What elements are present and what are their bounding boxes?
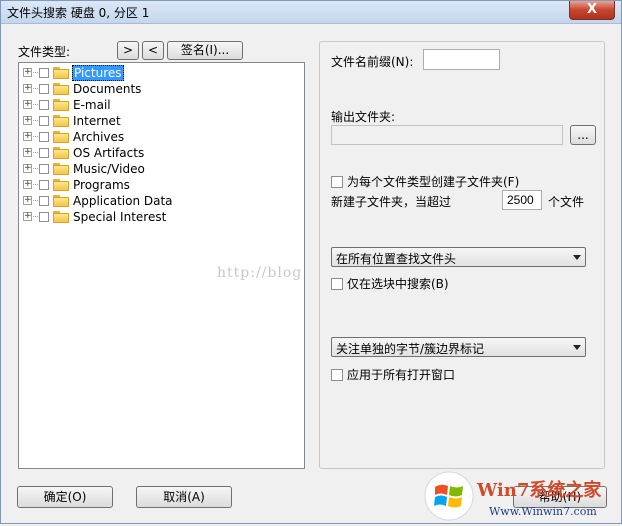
folder-icon xyxy=(53,130,69,143)
tree-item-label: Pictures xyxy=(72,64,124,81)
signature-button[interactable]: 签名(I)... xyxy=(167,41,243,60)
tree-item-label: Programs xyxy=(73,177,130,192)
close-icon: X xyxy=(586,2,598,17)
tree-item[interactable]: + Documents xyxy=(23,81,142,96)
ok-button[interactable]: 确定(O) xyxy=(17,486,113,508)
expand-icon[interactable]: + xyxy=(23,196,32,205)
prev-button[interactable]: < xyxy=(142,41,164,60)
folder-icon xyxy=(53,114,69,127)
subfolder-checkbox[interactable]: 为每个文件类型创建子文件夹(F) xyxy=(331,173,519,190)
tree-item[interactable]: + Music/Video xyxy=(23,161,146,176)
windows-logo-icon: Win7系统之家 Www.Winwin7.com xyxy=(424,471,602,521)
folder-icon xyxy=(53,98,69,111)
expand-icon[interactable]: + xyxy=(23,100,32,109)
tree-item[interactable]: + E-mail xyxy=(23,97,112,112)
next-icon: > xyxy=(122,43,134,57)
tree-checkbox[interactable] xyxy=(39,83,49,94)
folder-icon xyxy=(53,82,69,95)
tree-checkbox[interactable] xyxy=(39,99,49,110)
tree-item[interactable]: + Archives xyxy=(23,129,125,144)
byte-focus-value: 关注单独的字节/簇边界标记 xyxy=(336,342,485,356)
filename-prefix-label: 文件名前缀(N): xyxy=(331,55,414,69)
checkbox-box[interactable] xyxy=(331,175,343,188)
byte-focus-select[interactable]: 关注单独的字节/簇边界标记 xyxy=(331,337,586,357)
apply-all-windows-checkbox[interactable]: 应用于所有打开窗口 xyxy=(331,366,455,383)
browse-button[interactable]: ... xyxy=(570,125,596,145)
expand-icon[interactable]: + xyxy=(23,116,32,125)
title-bar: 文件头搜索 硬盘 0, 分区 1 X xyxy=(1,1,621,24)
tree-checkbox[interactable] xyxy=(39,211,49,222)
tree-item-label: Internet xyxy=(73,113,121,128)
tree-checkbox[interactable] xyxy=(39,131,49,142)
close-button[interactable]: X xyxy=(569,1,615,20)
prev-icon: < xyxy=(147,43,159,57)
tree-item[interactable]: + Application Data xyxy=(23,193,174,208)
tree-item-label: Archives xyxy=(73,129,125,144)
new-subfolder-label: 新建子文件夹，当超过 xyxy=(331,195,452,209)
tree-item-label: E-mail xyxy=(73,97,111,112)
header-search-dialog: 文件头搜索 硬盘 0, 分区 1 X 文件类型: > < 签名(I)... + … xyxy=(0,0,622,524)
folder-icon xyxy=(53,162,69,175)
tree-checkbox[interactable] xyxy=(39,163,49,174)
tree-checkbox[interactable] xyxy=(39,147,49,158)
output-folder-label: 输出文件夹: xyxy=(331,110,396,124)
expand-icon[interactable]: + xyxy=(23,68,32,77)
file-types-label: 文件类型: xyxy=(18,45,71,59)
window-title: 文件头搜索 硬盘 0, 分区 1 xyxy=(7,6,150,20)
logo-url: Www.Winwin7.com xyxy=(489,505,597,518)
folder-icon xyxy=(53,178,69,191)
checkbox-box[interactable] xyxy=(331,277,343,290)
tree-item-label: Special Interest xyxy=(73,209,167,224)
tree-item[interactable]: + Programs xyxy=(23,177,131,192)
search-location-select[interactable]: 在所有位置查找文件头 xyxy=(331,247,586,267)
chevron-down-icon xyxy=(573,255,581,260)
expand-icon[interactable]: + xyxy=(23,148,32,157)
expand-icon[interactable]: + xyxy=(23,132,32,141)
apply-all-windows-label: 应用于所有打开窗口 xyxy=(347,368,456,382)
expand-icon[interactable]: + xyxy=(23,84,32,93)
selection-only-checkbox[interactable]: 仅在选块中搜索(B) xyxy=(331,275,449,292)
tree-checkbox[interactable] xyxy=(39,195,49,206)
output-folder-input[interactable] xyxy=(331,125,563,145)
threshold-input[interactable] xyxy=(502,190,542,210)
folder-icon xyxy=(53,194,69,207)
tree-item-label: Music/Video xyxy=(73,161,145,176)
tree-item[interactable]: + OS Artifacts xyxy=(23,145,145,160)
tree-item-label: Application Data xyxy=(73,193,173,208)
files-unit-label: 个文件 xyxy=(548,195,585,209)
watermark-text: http://blog xyxy=(217,265,303,281)
folder-icon xyxy=(53,210,69,223)
subfolder-checkbox-label: 为每个文件类型创建子文件夹(F) xyxy=(347,175,520,189)
tree-item[interactable]: + Pictures xyxy=(23,64,124,81)
tree-item-label: Documents xyxy=(73,81,142,96)
tree-checkbox[interactable] xyxy=(39,115,49,126)
win7-logo-watermark: Win7系统之家 Www.Winwin7.com xyxy=(423,469,621,523)
checkbox-box[interactable] xyxy=(331,368,343,381)
selection-only-label: 仅在选块中搜索(B) xyxy=(347,277,449,291)
search-location-value: 在所有位置查找文件头 xyxy=(336,252,457,266)
folder-icon xyxy=(53,66,69,79)
tree-checkbox[interactable] xyxy=(39,179,49,190)
tree-item[interactable]: + Special Interest xyxy=(23,209,167,224)
expand-icon[interactable]: + xyxy=(23,180,32,189)
tree-checkbox[interactable] xyxy=(39,67,49,78)
tree-item[interactable]: + Internet xyxy=(23,113,122,128)
filename-prefix-input[interactable] xyxy=(423,49,500,70)
chevron-down-icon xyxy=(573,345,581,350)
logo-text: Win7系统之家 xyxy=(476,479,602,501)
expand-icon[interactable]: + xyxy=(23,212,32,221)
next-button[interactable]: > xyxy=(117,41,139,60)
tree-item-label: OS Artifacts xyxy=(73,145,145,160)
cancel-button[interactable]: 取消(A) xyxy=(136,486,232,508)
folder-icon xyxy=(53,146,69,159)
expand-icon[interactable]: + xyxy=(23,164,32,173)
